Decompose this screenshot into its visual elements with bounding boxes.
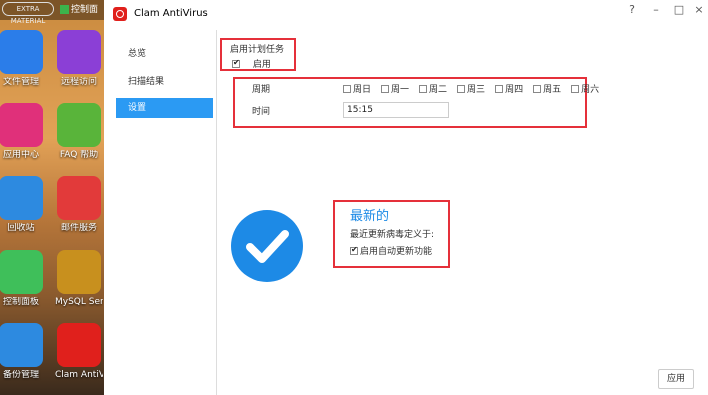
question-icon [57, 103, 101, 147]
mail-icon [57, 176, 101, 220]
brand-logo: EXTRA MATERIAL [2, 2, 54, 25]
status-title: 最新的 [350, 209, 390, 224]
desktop-app-7[interactable]: MySQL Server [55, 250, 103, 308]
schedule-enable-checkbox[interactable]: 启用 [232, 57, 271, 70]
checkbox-icon[interactable] [381, 84, 390, 93]
maximize-button[interactable]: □ [672, 3, 686, 16]
desktop-app-6[interactable]: 控制面板 [0, 250, 45, 308]
desktop-app-2[interactable]: 应用中心 [0, 103, 45, 161]
desktop-app-0[interactable]: 文件管理 [0, 30, 45, 88]
uptodate-check-icon [231, 210, 303, 282]
desktop-app-label: 应用中心 [2, 150, 39, 160]
desktop-app-label: MySQL Server [55, 297, 103, 307]
desktop-app-label: 回收站 [7, 223, 35, 233]
clam-icon [57, 323, 101, 367]
day-checkbox-2[interactable]: 周二 [419, 82, 447, 95]
day-checkbox-5[interactable]: 周五 [533, 82, 561, 95]
desktop-app-8[interactable]: 备份管理 [0, 323, 45, 381]
checkbox-icon[interactable] [232, 58, 240, 68]
desktop-control-label[interactable]: 控制面 [60, 2, 98, 15]
desktop-app-1[interactable]: 远程访问 [55, 30, 103, 88]
checkbox-icon[interactable] [419, 84, 428, 93]
mariadb-icon [57, 250, 101, 294]
recycle-bin-icon [0, 176, 43, 220]
clam-logo-icon [113, 7, 127, 21]
nav-settings[interactable]: 设置 [116, 98, 213, 118]
desktop-app-label: FAQ 帮助 [59, 150, 99, 160]
desktop-sidebar: EXTRA MATERIAL 控制面 文件管理 远程访问应用中心 FAQ 帮助回收站… [0, 0, 104, 395]
close-button[interactable]: × [692, 3, 706, 16]
checkbox-icon[interactable] [571, 84, 580, 93]
sliders-icon [0, 250, 43, 294]
auto-update-checkbox[interactable]: 启用自动更新功能 [350, 244, 432, 257]
desktop-app-9[interactable]: Clam AntiVirus [55, 323, 103, 381]
checkbox-icon[interactable] [350, 245, 358, 255]
settings-panel: 启用计划任务 启用 周期 周日周一周二周三周四周五周六 时间 15:15 最新的… [218, 30, 708, 395]
desktop-app-label: 文件管理 [2, 77, 39, 87]
status-subtitle: 最近更新病毒定义于: [350, 230, 435, 240]
cloud-icon [57, 30, 101, 74]
window-title: Clam AntiVirus [134, 8, 208, 19]
day-checkbox-1[interactable]: 周一 [381, 82, 409, 95]
desktop-app-label: Clam AntiVirus [55, 370, 103, 380]
desktop-app-4[interactable]: 回收站 [0, 176, 45, 234]
day-checkbox-4[interactable]: 周四 [495, 82, 523, 95]
desktop-app-3[interactable]: FAQ 帮助 [55, 103, 103, 161]
day-selector: 周日 周一 周二 周三 周四 周五 周六 [343, 82, 609, 95]
control-icon [60, 5, 69, 14]
title-bar: Clam AntiVirus ? – □ × [104, 0, 708, 30]
desktop-app-5[interactable]: 邮件服务 [55, 176, 103, 234]
apply-button[interactable]: 应用 [658, 369, 694, 389]
desktop-app-label: 远程访问 [60, 77, 97, 87]
checkbox-icon[interactable] [457, 84, 466, 93]
shopping-bag-icon [0, 103, 43, 147]
desktop-app-label: 备份管理 [2, 370, 39, 380]
desktop-app-label: 控制面板 [2, 297, 39, 307]
desktop-app-label: 邮件服务 [60, 223, 97, 233]
checkbox-icon[interactable] [495, 84, 504, 93]
cycle-label: 周期 [252, 85, 271, 95]
time-input[interactable]: 15:15 [343, 102, 449, 118]
time-label: 时间 [252, 107, 271, 117]
backup-clock-icon [0, 323, 43, 367]
day-checkbox-0[interactable]: 周日 [343, 82, 371, 95]
checkbox-icon[interactable] [343, 84, 351, 93]
clam-window: Clam AntiVirus ? – □ × 总览 扫描结果 设置 启用计划任务… [104, 0, 708, 395]
desktop-topbar: EXTRA MATERIAL 控制面 [0, 0, 104, 25]
nav-sidebar: 总览 扫描结果 设置 [104, 30, 217, 395]
help-button[interactable]: ? [625, 3, 639, 16]
schedule-section-label: 启用计划任务 [230, 45, 285, 55]
nav-scan-results[interactable]: 扫描结果 [116, 72, 213, 92]
minimize-button[interactable]: – [649, 3, 663, 16]
folder-icon [0, 30, 43, 74]
nav-overview[interactable]: 总览 [116, 44, 213, 64]
day-checkbox-6[interactable]: 周六 [571, 82, 599, 95]
day-checkbox-3[interactable]: 周三 [457, 82, 485, 95]
checkbox-icon[interactable] [533, 84, 542, 93]
